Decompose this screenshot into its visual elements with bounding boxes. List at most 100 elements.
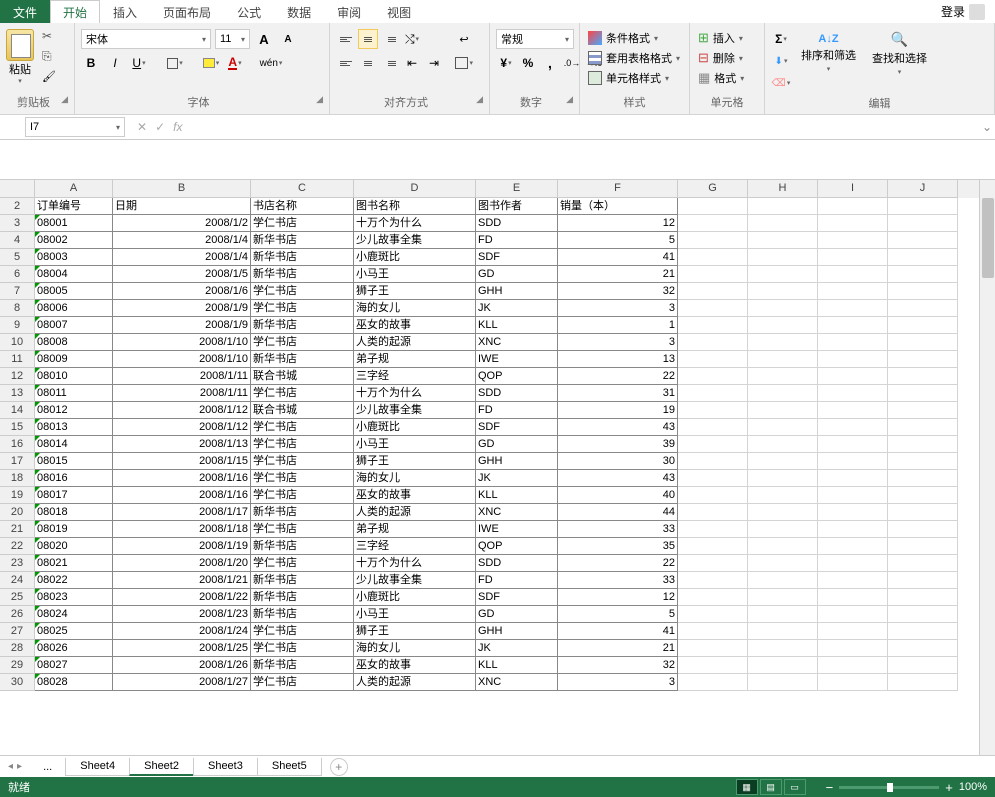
cell[interactable]: 小鹿斑比 (354, 419, 476, 436)
cell[interactable]: 21 (558, 640, 678, 657)
cell[interactable]: QOP (476, 368, 558, 385)
font-name-combo[interactable]: 宋体▾ (81, 29, 211, 49)
cell[interactable]: SDF (476, 419, 558, 436)
cell[interactable]: 22 (558, 555, 678, 572)
cell[interactable]: 狮子王 (354, 453, 476, 470)
cell[interactable] (818, 198, 888, 215)
cell-style-button[interactable]: 单元格样式▾ (586, 69, 682, 87)
cell[interactable]: 08004 (35, 266, 113, 283)
cell[interactable] (678, 266, 748, 283)
cell[interactable]: 小鹿斑比 (354, 589, 476, 606)
cell[interactable] (678, 606, 748, 623)
cell[interactable]: JK (476, 640, 558, 657)
cell[interactable]: 十万个为什么 (354, 555, 476, 572)
cell[interactable]: 学仁书店 (251, 453, 354, 470)
clipboard-launcher[interactable]: ◢ (61, 94, 68, 105)
cell[interactable] (748, 283, 818, 300)
ribbon-tab-2[interactable]: 插入 (100, 0, 150, 23)
sort-filter-button[interactable]: 排序和筛选 ▾ (795, 29, 862, 75)
view-page-layout-button[interactable]: ▤ (760, 779, 782, 795)
cell[interactable] (888, 623, 958, 640)
zoom-level[interactable]: 100% (959, 781, 987, 793)
cell[interactable]: 新华书店 (251, 232, 354, 249)
cell[interactable]: XNC (476, 334, 558, 351)
number-launcher[interactable]: ◢ (566, 94, 573, 105)
align-right-button[interactable] (380, 53, 400, 73)
cell[interactable]: 41 (558, 623, 678, 640)
cell[interactable]: JK (476, 300, 558, 317)
cell[interactable] (818, 283, 888, 300)
tab-nav-prev[interactable]: ▸ (17, 761, 22, 772)
cell[interactable]: GHH (476, 283, 558, 300)
cell[interactable]: 弟子规 (354, 351, 476, 368)
col-header-I[interactable]: I (818, 180, 888, 198)
cell[interactable]: XNC (476, 504, 558, 521)
sheet-tab-Sheet2[interactable]: Sheet2 (129, 758, 194, 776)
cell[interactable]: 小马王 (354, 266, 476, 283)
cell[interactable]: 2008/1/10 (113, 334, 251, 351)
cell[interactable] (818, 215, 888, 232)
cell[interactable]: 08007 (35, 317, 113, 334)
cell[interactable] (678, 317, 748, 334)
cell[interactable] (888, 572, 958, 589)
row-header-22[interactable]: 22 (0, 538, 35, 555)
underline-button[interactable]: U (129, 53, 149, 73)
row-header-27[interactable]: 27 (0, 623, 35, 640)
cell[interactable] (888, 436, 958, 453)
cell[interactable]: 小马王 (354, 606, 476, 623)
cell[interactable]: 08010 (35, 368, 113, 385)
cell[interactable]: 2008/1/21 (113, 572, 251, 589)
cell[interactable] (748, 555, 818, 572)
cell[interactable]: 08016 (35, 470, 113, 487)
cell[interactable]: 三字经 (354, 538, 476, 555)
ribbon-tab-1[interactable]: 开始 (50, 0, 100, 23)
row-header-26[interactable]: 26 (0, 606, 35, 623)
cell[interactable]: 2008/1/12 (113, 419, 251, 436)
cell[interactable]: 2008/1/12 (113, 402, 251, 419)
cell[interactable]: 新华书店 (251, 606, 354, 623)
cell[interactable]: 2008/1/4 (113, 232, 251, 249)
cell[interactable] (748, 385, 818, 402)
cell[interactable]: 2008/1/17 (113, 504, 251, 521)
cell[interactable]: 08027 (35, 657, 113, 674)
cell[interactable] (748, 436, 818, 453)
cell[interactable]: 2008/1/22 (113, 589, 251, 606)
cell[interactable] (678, 368, 748, 385)
cell[interactable]: 学仁书店 (251, 674, 354, 691)
cell[interactable] (888, 470, 958, 487)
row-header-25[interactable]: 25 (0, 589, 35, 606)
cell[interactable]: 海的女儿 (354, 300, 476, 317)
cell[interactable]: 新华书店 (251, 657, 354, 674)
cell[interactable]: 图书名称 (354, 198, 476, 215)
cell[interactable]: 2008/1/25 (113, 640, 251, 657)
cell[interactable] (888, 589, 958, 606)
row-header-9[interactable]: 9 (0, 317, 35, 334)
vertical-scrollbar[interactable] (979, 180, 995, 755)
merge-button[interactable] (454, 53, 474, 73)
cell[interactable]: 新华书店 (251, 266, 354, 283)
align-center-button[interactable] (358, 53, 378, 73)
cell[interactable] (888, 606, 958, 623)
cell[interactable] (818, 334, 888, 351)
cell[interactable] (748, 453, 818, 470)
cell[interactable]: 5 (558, 606, 678, 623)
col-header-A[interactable]: A (35, 180, 113, 198)
tab-nav-first[interactable]: ◂ (8, 761, 13, 772)
ribbon-tab-7[interactable]: 视图 (374, 0, 424, 23)
cell[interactable]: SDD (476, 385, 558, 402)
col-header-B[interactable]: B (113, 180, 251, 198)
cell[interactable]: 08012 (35, 402, 113, 419)
cell[interactable]: 学仁书店 (251, 215, 354, 232)
cell[interactable]: 40 (558, 487, 678, 504)
cell[interactable] (748, 674, 818, 691)
cell[interactable] (818, 640, 888, 657)
cell[interactable] (748, 606, 818, 623)
row-header-19[interactable]: 19 (0, 487, 35, 504)
cell[interactable]: 08003 (35, 249, 113, 266)
cell[interactable]: FD (476, 232, 558, 249)
cell[interactable]: KLL (476, 317, 558, 334)
col-header-C[interactable]: C (251, 180, 354, 198)
cell[interactable]: 巫女的故事 (354, 317, 476, 334)
cell[interactable]: GHH (476, 453, 558, 470)
cell[interactable]: 3 (558, 674, 678, 691)
